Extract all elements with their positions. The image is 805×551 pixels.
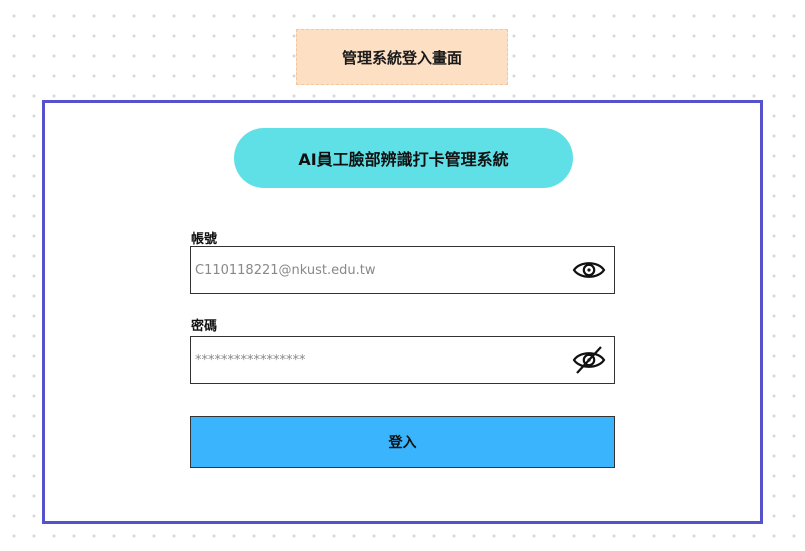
system-title: AI員工臉部辨識打卡管理系統 [234, 128, 573, 188]
password-input[interactable] [195, 337, 555, 383]
account-field [190, 246, 615, 294]
login-button[interactable]: 登入 [190, 416, 615, 468]
page-label: 管理系統登入畫面 [296, 29, 508, 85]
password-label: 密碼 [191, 319, 218, 334]
eye-slash-icon[interactable] [572, 345, 606, 375]
password-field [190, 336, 615, 384]
login-frame: AI員工臉部辨識打卡管理系統 帳號 密碼 登入 [42, 100, 763, 524]
account-input[interactable] [195, 247, 555, 293]
eye-icon[interactable] [572, 255, 606, 285]
account-label: 帳號 [191, 232, 218, 247]
